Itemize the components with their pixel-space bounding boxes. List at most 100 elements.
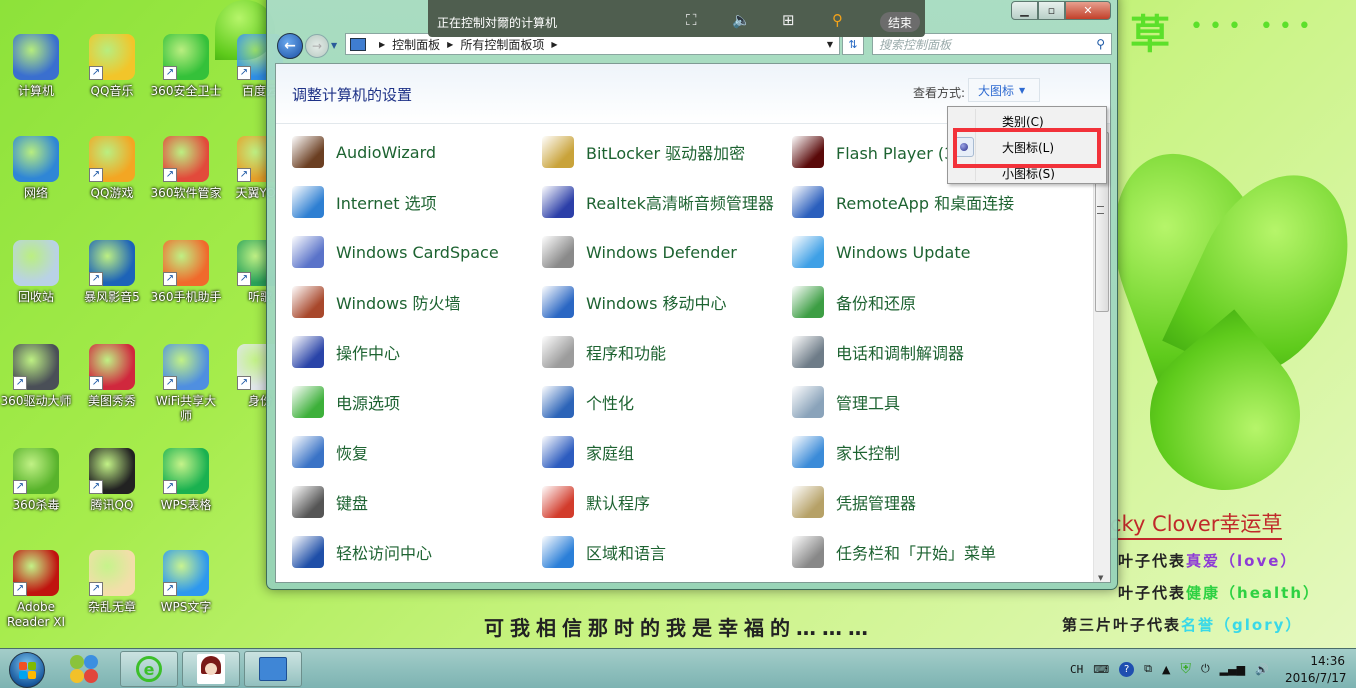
keyboard-icon[interactable]: ⌨: [1093, 663, 1109, 676]
desktop-icon[interactable]: ↗ Adobe Reader XI: [0, 550, 72, 630]
control-panel-item[interactable]: Windows CardSpace: [292, 234, 499, 270]
desktop-icon[interactable]: ↗ 360安全卫士: [150, 34, 222, 99]
shortcut-arrow-icon: ↗: [163, 168, 177, 182]
shortcut-arrow-icon: ↗: [89, 272, 103, 286]
control-panel-item[interactable]: 家庭组: [542, 434, 634, 470]
control-panel-item[interactable]: 家长控制: [792, 434, 900, 470]
volume-icon[interactable]: 🔈: [732, 11, 751, 29]
control-panel-item-label: 电话和调制解调器: [836, 344, 965, 363]
app-icon: ↗: [163, 344, 209, 390]
desktop-icon[interactable]: 回收站: [0, 240, 72, 305]
control-panel-item[interactable]: Realtek高清晰音频管理器: [542, 184, 774, 220]
control-panel-item[interactable]: 区域和语言: [542, 534, 666, 570]
power-plug-icon[interactable]: ⏻: [1201, 662, 1210, 676]
end-session-button[interactable]: 结束: [880, 12, 920, 32]
back-button[interactable]: ←: [277, 33, 303, 59]
desktop-icon[interactable]: ↗ 暴风影音5: [76, 240, 148, 305]
start-button[interactable]: [9, 652, 45, 688]
security-shield-icon[interactable]: ⛨: [1180, 661, 1191, 677]
control-panel-item[interactable]: Internet 选项: [292, 184, 437, 220]
desktop-icon[interactable]: ↗ WPS表格: [150, 448, 222, 513]
view-by-dropdown[interactable]: 大图标 ▼: [968, 78, 1040, 102]
control-panel-item[interactable]: 电源选项: [292, 384, 400, 420]
control-panel-item[interactable]: Windows Defender: [542, 234, 737, 270]
control-panel-item[interactable]: 个性化: [542, 384, 634, 420]
desktop-icon[interactable]: ↗ 360驱动大师: [0, 344, 72, 409]
windows-logo-icon: [27, 670, 36, 679]
shortcut-arrow-icon: ↗: [13, 582, 27, 596]
signal-strength-icon[interactable]: ▂▄▆: [1220, 663, 1245, 676]
forward-button[interactable]: →: [305, 34, 329, 58]
taskbar-browser-button[interactable]: e: [120, 651, 178, 687]
breadcrumb-all-items[interactable]: 所有控制面板项: [460, 36, 544, 53]
shortcut-arrow-icon: ↗: [89, 66, 103, 80]
desktop-icon-label: 网络: [23, 186, 48, 200]
app-icon: ↗: [13, 448, 59, 494]
recent-pages-dropdown[interactable]: ▼: [331, 41, 337, 50]
fullscreen-icon[interactable]: ⛶: [686, 11, 697, 29]
desktop-icon[interactable]: ↗ QQ游戏: [76, 136, 148, 201]
desktop-icon[interactable]: ↗ 腾讯QQ: [76, 448, 148, 513]
vertical-scrollbar[interactable]: ▼: [1093, 124, 1110, 582]
minimize-button[interactable]: ▁: [1011, 1, 1038, 20]
address-dropdown-icon[interactable]: ▼: [827, 40, 833, 49]
clock[interactable]: 14:36 2016/7/17: [1285, 653, 1347, 687]
desktop-icon[interactable]: ↗ WiFi共享大师: [150, 344, 222, 424]
taskbar-avatar-app-button[interactable]: [182, 651, 240, 687]
control-panel-item[interactable]: 电话和调制解调器: [792, 334, 964, 370]
network-switch-icon[interactable]: ⧉: [1144, 662, 1152, 676]
control-panel-item[interactable]: 键盘: [292, 484, 368, 520]
wallpaper-line-prefix: 第三片叶子代表: [1062, 616, 1182, 634]
app-icon: ↗: [89, 344, 135, 390]
control-panel-item[interactable]: 任务栏和「开始」菜单: [792, 534, 996, 570]
language-indicator[interactable]: CH: [1070, 663, 1083, 676]
desktop-icon[interactable]: 计算机: [0, 34, 72, 99]
breadcrumb-separator-icon[interactable]: ▶: [551, 40, 557, 49]
control-panel-item[interactable]: 操作中心: [292, 334, 400, 370]
desktop-icon[interactable]: ↗ WPS文字: [150, 550, 222, 615]
resize-icon[interactable]: ⊞: [782, 11, 795, 29]
control-panel-item[interactable]: 轻松访问中心: [292, 534, 432, 570]
app-launcher-icon: [70, 669, 84, 683]
app-icon: ↗: [163, 448, 209, 494]
desktop-icon[interactable]: ↗ 360手机助手: [150, 240, 222, 305]
breadcrumb-separator-icon[interactable]: ▶: [447, 40, 453, 49]
maximize-button[interactable]: ▫: [1038, 1, 1065, 20]
desktop-icon[interactable]: ↗ 杂乱无章: [76, 550, 148, 615]
control-panel-item-label: 备份和还原: [836, 294, 917, 313]
control-panel-item[interactable]: 恢复: [292, 434, 368, 470]
app-launcher-button[interactable]: [68, 653, 102, 687]
control-panel-item-label: 默认程序: [586, 494, 651, 513]
help-icon[interactable]: ?: [1119, 661, 1135, 677]
control-panel-item[interactable]: Windows Update: [792, 234, 970, 270]
desktop-icon-label: 暴风影音5: [84, 290, 140, 304]
desktop-icon[interactable]: ↗ QQ音乐: [76, 34, 148, 99]
volume-icon[interactable]: 🔊: [1255, 663, 1269, 676]
show-hidden-icons-icon[interactable]: ▲: [1162, 663, 1170, 676]
control-panel-item[interactable]: 备份和还原: [792, 284, 916, 320]
search-icon[interactable]: ⚲: [1096, 37, 1105, 51]
desktop-icon[interactable]: ↗ 360杀毒: [0, 448, 72, 513]
shortcut-arrow-icon: ↗: [163, 272, 177, 286]
control-panel-item[interactable]: 默认程序: [542, 484, 650, 520]
breadcrumb-control-panel[interactable]: 控制面板: [392, 36, 440, 53]
control-panel-item[interactable]: 凭据管理器: [792, 484, 916, 520]
desktop-icon[interactable]: 网络: [0, 136, 72, 201]
desktop-icon-label: 360安全卫士: [150, 84, 222, 98]
control-panel-item[interactable]: BitLocker 驱动器加密: [542, 134, 745, 170]
scroll-down-arrow-icon[interactable]: ▼: [1098, 574, 1103, 582]
control-panel-item[interactable]: AudioWizard: [292, 134, 436, 170]
pin-icon[interactable]: ⚲: [832, 11, 843, 29]
taskbar-control-panel-button[interactable]: [244, 651, 302, 687]
control-panel-item[interactable]: Windows 防火墙: [292, 284, 461, 320]
desktop-icon[interactable]: ↗ 360软件管家: [150, 136, 222, 201]
control-panel-item[interactable]: Windows 移动中心: [542, 284, 727, 320]
control-panel-item[interactable]: 管理工具: [792, 384, 900, 420]
wallpaper-line-prefix: 叶子代表: [1118, 552, 1187, 570]
control-panel-item[interactable]: 程序和功能: [542, 334, 666, 370]
close-button[interactable]: ✕: [1065, 1, 1111, 20]
breadcrumb-separator-icon[interactable]: ▶: [379, 40, 385, 49]
control-panel-item[interactable]: RemoteApp 和桌面连接: [792, 184, 1014, 220]
app-icon: ↗: [163, 136, 209, 182]
desktop-icon[interactable]: ↗ 美图秀秀: [76, 344, 148, 409]
